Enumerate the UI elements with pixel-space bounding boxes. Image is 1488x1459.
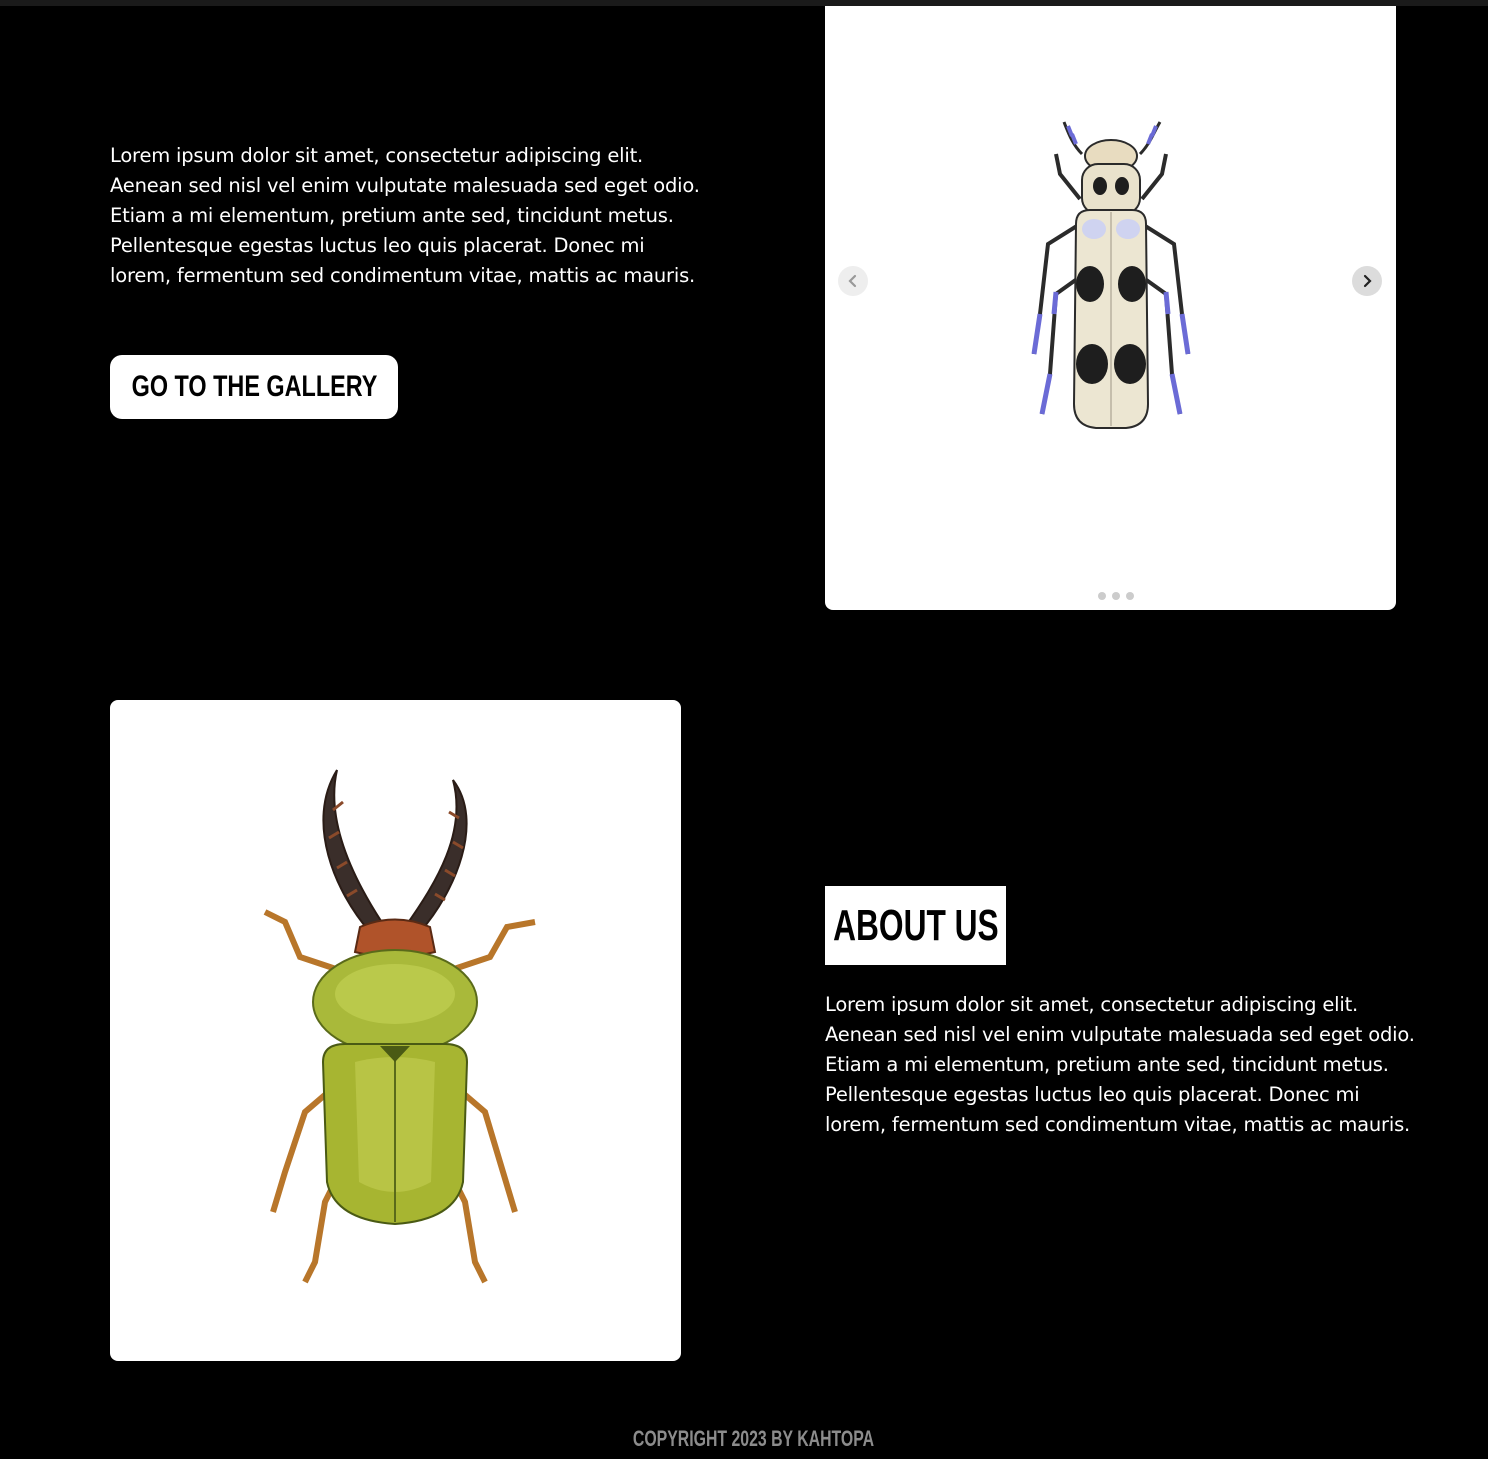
stag-beetle-card: [110, 700, 681, 1361]
slider-next-button[interactable]: [1352, 266, 1382, 296]
chevron-left-icon: [848, 274, 857, 288]
slider-dot-3[interactable]: [1126, 592, 1134, 600]
image-slider: [825, 6, 1396, 610]
about-paragraph: Lorem ipsum dolor sit amet, consectetur …: [825, 993, 1415, 1136]
slider-dot-2[interactable]: [1112, 592, 1120, 600]
copyright-text: COPYRIGHT 2023 BY KAHTOPA: [632, 1426, 874, 1451]
intro-paragraph: Lorem ipsum dolor sit amet, consectetur …: [110, 144, 700, 287]
longhorn-beetle-image: [1031, 121, 1191, 429]
slider-pagination: [1098, 592, 1134, 600]
about-us-heading: ABOUT US: [825, 886, 1006, 965]
slider-prev-button[interactable]: [838, 266, 868, 296]
about-us-heading-text: ABOUT US: [832, 900, 999, 950]
chevron-right-icon: [1363, 274, 1372, 288]
stag-beetle-image: [263, 769, 536, 1284]
go-to-gallery-button[interactable]: GO TO THE GALLERY: [110, 355, 398, 419]
footer: COPYRIGHT 2023 BY KAHTOPA: [0, 1426, 1488, 1452]
go-to-gallery-label: GO TO THE GALLERY: [131, 370, 377, 403]
slider-dot-1[interactable]: [1098, 592, 1106, 600]
